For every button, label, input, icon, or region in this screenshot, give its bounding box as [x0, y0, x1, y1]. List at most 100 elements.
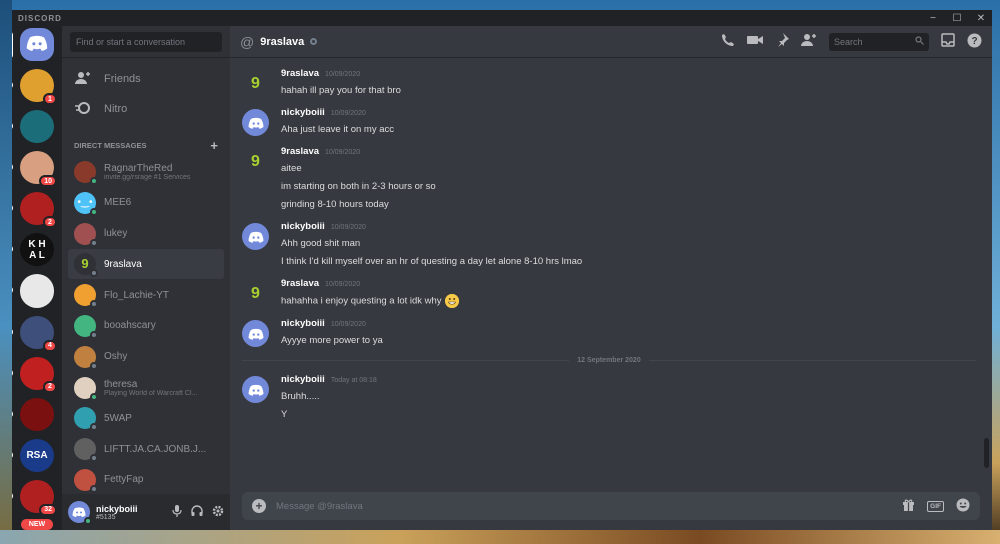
- minimize-button[interactable]: −: [928, 13, 938, 24]
- message-text: hahahha i enjoy questing a lot idk why: [281, 295, 442, 307]
- dm-item[interactable]: Oshy: [68, 342, 224, 372]
- settings-gear-icon[interactable]: [212, 505, 224, 520]
- avatar[interactable]: [68, 501, 92, 525]
- message-author[interactable]: 9raslava: [281, 68, 319, 79]
- avatar: [74, 345, 98, 370]
- unread-indicator: [12, 327, 13, 336]
- mention-badge: 4: [43, 339, 57, 352]
- server-icon[interactable]: RSA: [12, 438, 54, 472]
- message-author[interactable]: nickyboiii: [281, 374, 325, 385]
- server-icon[interactable]: 32: [12, 479, 57, 516]
- dm-item[interactable]: theresa Playing World of Warcraft Cl...: [68, 373, 224, 403]
- avatar: [74, 222, 98, 247]
- message: nickyboiii Today at 08:18 Bruhh..... Y: [242, 374, 976, 421]
- dm-item[interactable]: 5WAP: [68, 403, 224, 433]
- message-author[interactable]: 9raslava: [281, 146, 319, 157]
- gift-icon[interactable]: [902, 498, 915, 514]
- find-conversation-input[interactable]: Find or start a conversation: [70, 31, 222, 52]
- mention-badge: 10: [39, 175, 57, 188]
- message-text: Ayyye more power to ya: [281, 335, 383, 346]
- dm-item[interactable]: RagnarTheRed invite.gg/rsrage #1 Services: [68, 157, 224, 187]
- avatar[interactable]: 9: [242, 148, 269, 175]
- message-timestamp: Today at 08:18: [330, 377, 377, 384]
- dm-name: 5WAP: [104, 412, 132, 424]
- message-timestamp: 10/09/2020: [330, 110, 366, 117]
- avatar[interactable]: [242, 223, 269, 250]
- message-text: grinding 8-10 hours today: [281, 199, 389, 210]
- home-button[interactable]: [12, 28, 54, 62]
- server-icon[interactable]: 2: [12, 192, 57, 229]
- avatar[interactable]: [242, 109, 269, 136]
- microphone-icon[interactable]: [172, 504, 182, 520]
- search-input[interactable]: Search: [829, 32, 929, 51]
- create-dm-plus-icon[interactable]: +: [210, 138, 218, 153]
- message-author[interactable]: nickyboiii: [281, 221, 325, 232]
- message-author[interactable]: nickyboiii: [281, 107, 325, 118]
- close-button[interactable]: ✕: [976, 13, 986, 24]
- server-icon[interactable]: [12, 110, 54, 144]
- dm-item[interactable]: FettyFap: [68, 465, 224, 494]
- pin-icon[interactable]: [775, 33, 789, 50]
- dm-item[interactable]: LIFTT.JA.CA.JONB.J...: [68, 434, 224, 464]
- message-timestamp: 10/09/2020: [325, 71, 361, 78]
- message-text: im starting on both in 2-3 hours or so: [281, 181, 436, 192]
- online-status-dot: [84, 517, 92, 525]
- direct-messages-header: DIRECT MESSAGES +: [68, 124, 224, 157]
- avatar: •‿•: [74, 191, 98, 216]
- avatar[interactable]: 9: [242, 70, 269, 97]
- status-dot: [90, 330, 98, 339]
- dm-item[interactable]: 9 9raslava: [68, 249, 224, 280]
- server-icon[interactable]: [12, 397, 54, 431]
- new-unreads-pill[interactable]: NEW: [20, 518, 54, 530]
- add-friend-icon[interactable]: [801, 33, 817, 50]
- dm-item[interactable]: lukey: [68, 219, 224, 249]
- scrollbar[interactable]: [984, 438, 989, 468]
- dm-item[interactable]: booahscary: [68, 311, 224, 341]
- server-icon[interactable]: [12, 274, 54, 308]
- status-dot: [90, 300, 98, 309]
- attach-plus-icon[interactable]: +: [252, 499, 266, 513]
- avatar[interactable]: 9: [242, 280, 269, 307]
- gif-button[interactable]: GIF: [927, 500, 944, 512]
- emoji-picker-icon[interactable]: [956, 498, 970, 515]
- dm-item[interactable]: •‿• MEE6: [68, 188, 224, 218]
- video-call-icon[interactable]: [747, 34, 763, 49]
- headphones-icon[interactable]: [191, 504, 203, 520]
- friends-label: Friends: [104, 73, 141, 85]
- message-author[interactable]: 9raslava: [281, 278, 319, 289]
- unread-indicator: [12, 491, 13, 500]
- server-icon[interactable]: 4: [12, 315, 57, 352]
- discord-window: DISCORD − ☐ ✕ 1 10 2 K H A L 4 2 RSA 32 NEW Find…: [12, 10, 992, 530]
- unread-indicator: [12, 368, 13, 377]
- message-input[interactable]: Message @9raslava: [276, 501, 892, 512]
- avatar: [74, 438, 98, 463]
- message-timestamp: 10/09/2020: [330, 224, 366, 231]
- message: nickyboiii 10/09/2020 Ahh good shit man I t…: [242, 221, 976, 268]
- avatar: [74, 376, 98, 401]
- nitro-nav-item[interactable]: Nitro: [68, 94, 224, 124]
- server-icon[interactable]: 2: [12, 356, 57, 393]
- message-author[interactable]: nickyboiii: [281, 318, 325, 329]
- chat-area: @ 9raslava Search ? 9 9raslava 10/09/202…: [230, 26, 992, 530]
- unread-indicator: [12, 204, 13, 213]
- avatar[interactable]: [242, 320, 269, 347]
- server-icon[interactable]: 10: [12, 151, 57, 188]
- unread-indicator: [12, 81, 13, 90]
- help-icon[interactable]: ?: [967, 33, 982, 51]
- voice-call-icon[interactable]: [721, 33, 735, 50]
- dm-name: MEE6: [104, 197, 132, 209]
- mention-badge: 32: [39, 503, 57, 516]
- message-list[interactable]: 9 9raslava 10/09/2020 hahah ill pay you for…: [230, 58, 992, 486]
- avatar: [74, 468, 98, 493]
- avatar[interactable]: [242, 376, 269, 403]
- maximize-button[interactable]: ☐: [952, 13, 962, 24]
- dm-list: RagnarTheRed invite.gg/rsrage #1 Services…: [68, 157, 224, 494]
- user-tag: #5135: [96, 513, 116, 521]
- server-icon[interactable]: 1: [12, 69, 57, 106]
- dm-item[interactable]: Flo_Lachie-YT: [68, 280, 224, 310]
- server-icon[interactable]: K H A L: [12, 233, 54, 267]
- mention-badge: 1: [43, 93, 57, 106]
- inbox-icon[interactable]: [941, 33, 955, 50]
- unread-indicator: [12, 409, 13, 418]
- friends-nav-item[interactable]: Friends: [68, 64, 224, 94]
